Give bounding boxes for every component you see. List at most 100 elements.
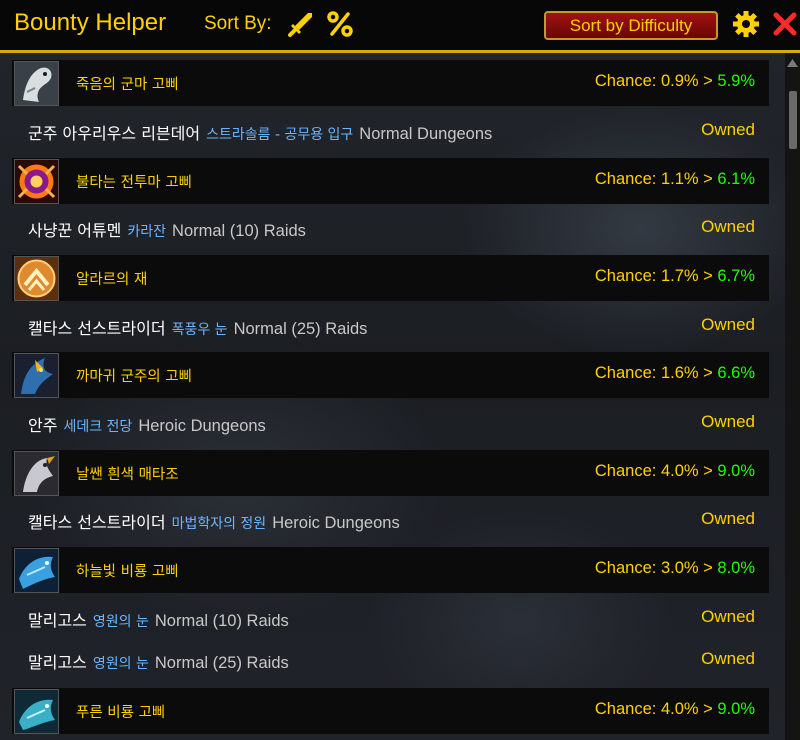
boss-info: 말리고스 영원의 눈 Normal (25) Raids — [28, 649, 289, 673]
white-hawkstrider-icon[interactable] — [14, 451, 59, 496]
status-owned: Owned — [701, 412, 755, 431]
chance-boosted: 9.0% — [717, 462, 755, 480]
drop-chance: Chance: 3.0% > 8.0% — [595, 559, 755, 578]
chance-boosted: 6.6% — [717, 364, 755, 382]
boss-row[interactable]: 캘타스 선스트라이더 마법학자의 정원 Heroic Dungeons Owned — [12, 498, 769, 544]
sort-by-label: Sort By: — [204, 13, 272, 34]
boss-row[interactable]: 안주 세데크 전당 Heroic Dungeons Owned — [12, 401, 769, 447]
sword-icon[interactable] — [287, 10, 315, 38]
loot-row[interactable]: 알라르의 재 Chance: 1.7% > 6.7% — [12, 255, 769, 301]
chance-label: Chance: — [594, 170, 657, 188]
boss-name: 말리고스 — [28, 611, 87, 630]
boss-info: 캘타스 선스트라이더 폭풍우 눈 Normal (25) Raids — [28, 315, 367, 339]
window-header: Bounty Helper Sort By: Sort by Difficult… — [0, 0, 800, 53]
boss-name: 군주 아우리우스 리븐데어 — [28, 124, 201, 143]
chance-label: Chance: — [594, 700, 657, 718]
loot-name: 하늘빛 비룡 고삐 — [76, 564, 179, 580]
chance-arrow: > — [703, 462, 713, 480]
chance-current: 0.9% — [660, 72, 699, 90]
scroll-up-arrow-icon[interactable] — [787, 59, 798, 67]
boss-row[interactable]: 캘타스 선스트라이더 폭풍우 눈 Normal (25) Raids Owned — [12, 304, 769, 350]
boss-info: 사냥꾼 어튜멘 카라잔 Normal (10) Raids — [28, 217, 306, 241]
phoenix-ash-icon[interactable] — [14, 256, 59, 301]
bounty-list: 죽음의 군마 고삐 Chance: 0.9% > 5.9% 군주 아우리우스 리븐데… — [0, 53, 785, 740]
chance-boosted: 9.0% — [717, 700, 755, 718]
azure-drake-icon[interactable] — [14, 548, 59, 593]
loot-name: 죽음의 군마 고삐 — [76, 77, 179, 93]
chance-label: Chance: — [594, 267, 657, 285]
loot-name: 날쌘 흰색 매타조 — [76, 467, 179, 483]
window-title: Bounty Helper — [14, 9, 167, 36]
chance-current: 1.6% — [660, 364, 699, 382]
drop-chance: Chance: 4.0% > 9.0% — [595, 462, 755, 481]
status-owned: Owned — [701, 649, 755, 668]
chance-arrow: > — [703, 267, 713, 285]
drop-chance: Chance: 1.7% > 6.7% — [595, 267, 755, 286]
scroll-thumb[interactable] — [789, 91, 797, 149]
chance-boosted: 6.1% — [717, 170, 755, 188]
boss-name: 캘타스 선스트라이더 — [28, 319, 166, 338]
percent-icon[interactable] — [326, 10, 354, 38]
chance-boosted: 6.7% — [717, 267, 755, 285]
gear-icon[interactable] — [732, 10, 760, 38]
zone-name[interactable]: 스트라솔름 - 공무용 입구 — [206, 127, 353, 143]
drop-chance: Chance: 4.0% > 9.0% — [595, 700, 755, 719]
difficulty: Normal (10) Raids — [154, 612, 289, 630]
boss-info: 안주 세데크 전당 Heroic Dungeons — [28, 412, 266, 436]
loot-name: 까마귀 군주의 고삐 — [76, 369, 192, 385]
drop-chance: Chance: 1.1% > 6.1% — [595, 170, 755, 189]
raven-lord-icon[interactable] — [14, 353, 59, 398]
loot-name: 푸른 비룡 고삐 — [76, 705, 166, 721]
boss-name: 안주 — [28, 416, 58, 435]
loot-row[interactable]: 하늘빛 비룡 고삐 Chance: 3.0% > 8.0% — [12, 547, 769, 593]
difficulty: Normal (10) Raids — [172, 222, 306, 240]
drop-chance: Chance: 0.9% > 5.9% — [595, 72, 755, 91]
scrollbar[interactable] — [785, 53, 800, 740]
chance-label: Chance: — [594, 364, 657, 382]
difficulty: Normal Dungeons — [359, 125, 493, 143]
loot-row[interactable]: 죽음의 군마 고삐 Chance: 0.9% > 5.9% — [12, 60, 769, 106]
loot-name: 불타는 전투마 고삐 — [76, 175, 192, 191]
boss-row[interactable]: 군주 아우리우스 리븐데어 스트라솔름 - 공무용 입구 Normal Dungeo… — [12, 109, 769, 155]
difficulty: Heroic Dungeons — [272, 514, 400, 532]
chance-arrow: > — [703, 170, 713, 188]
loot-row[interactable]: 까마귀 군주의 고삐 Chance: 1.6% > 6.6% — [12, 352, 769, 398]
zone-name[interactable]: 영원의 눈 — [93, 656, 149, 672]
loot-row[interactable]: 푸른 비룡 고삐 Chance: 4.0% > 9.0% — [12, 688, 769, 734]
boss-name: 말리고스 — [28, 653, 87, 672]
fiery-warhorse-icon[interactable] — [14, 159, 59, 204]
chance-boosted: 5.9% — [717, 72, 755, 90]
status-owned: Owned — [701, 120, 755, 139]
zone-name[interactable]: 세데크 전당 — [63, 419, 132, 435]
zone-name[interactable]: 카라잔 — [127, 224, 166, 240]
boss-name: 사냥꾼 어튜멘 — [28, 221, 122, 240]
chance-arrow: > — [703, 364, 713, 382]
boss-row[interactable]: 사냥꾼 어튜멘 카라잔 Normal (10) Raids Owned — [12, 206, 769, 252]
drop-chance: Chance: 1.6% > 6.6% — [595, 364, 755, 383]
difficulty: Normal (25) Raids — [233, 320, 368, 338]
loot-row[interactable]: 불타는 전투마 고삐 Chance: 1.1% > 6.1% — [12, 158, 769, 204]
boss-name: 캘타스 선스트라이더 — [28, 513, 166, 532]
sort-by-difficulty-button[interactable]: Sort by Difficulty — [544, 11, 718, 40]
boss-row[interactable]: 말리고스 영원의 눈 Normal (25) Raids Owned — [12, 638, 769, 684]
close-icon[interactable] — [771, 10, 799, 38]
status-owned: Owned — [701, 315, 755, 334]
difficulty: Heroic Dungeons — [138, 417, 266, 435]
chance-arrow: > — [703, 700, 713, 718]
skeletal-horse-icon[interactable] — [14, 61, 59, 106]
boss-info: 캘타스 선스트라이더 마법학자의 정원 Heroic Dungeons — [28, 509, 400, 533]
boss-row[interactable]: 말리고스 영원의 눈 Normal (10) Raids Owned — [12, 596, 769, 642]
blue-drake-icon[interactable] — [14, 689, 59, 734]
chance-current: 1.7% — [660, 267, 699, 285]
chance-label: Chance: — [594, 559, 657, 577]
chance-label: Chance: — [594, 72, 657, 90]
chance-current: 4.0% — [660, 462, 699, 480]
chance-current: 1.1% — [660, 170, 699, 188]
chance-arrow: > — [703, 72, 713, 90]
boss-info: 말리고스 영원의 눈 Normal (10) Raids — [28, 607, 289, 631]
loot-row[interactable]: 날쌘 흰색 매타조 Chance: 4.0% > 9.0% — [12, 450, 769, 496]
chance-boosted: 8.0% — [717, 559, 755, 577]
zone-name[interactable]: 폭풍우 눈 — [172, 322, 228, 338]
zone-name[interactable]: 마법학자의 정원 — [172, 516, 267, 532]
zone-name[interactable]: 영원의 눈 — [93, 614, 149, 630]
